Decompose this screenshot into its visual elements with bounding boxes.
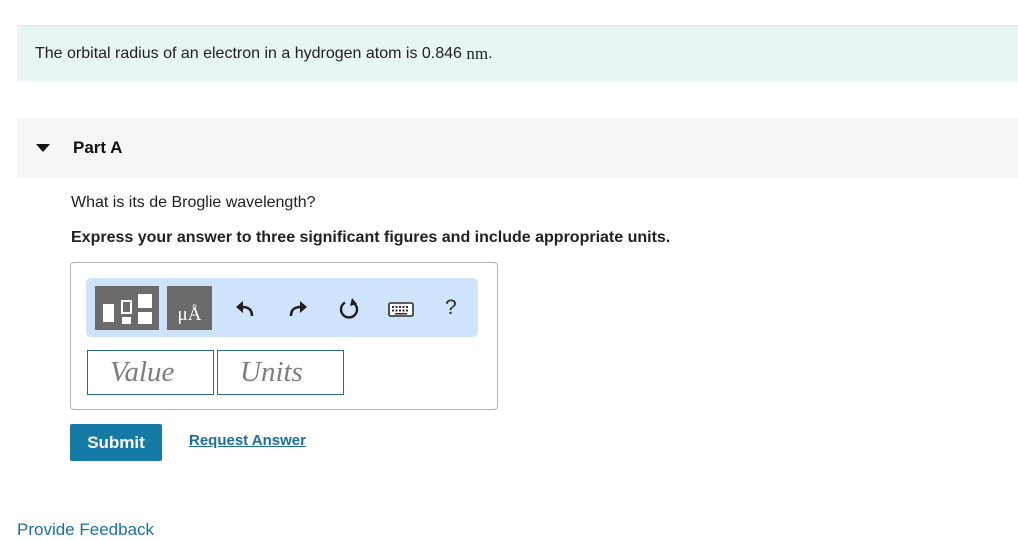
templates-icon[interactable] [95,286,159,330]
undo-icon[interactable] [234,297,258,321]
question-text: What is its de Broglie wavelength? [71,194,316,211]
units-icon-label: μÅ [177,304,202,325]
problem-unit: nm [466,43,489,63]
request-answer-link[interactable]: Request Answer [189,432,306,449]
collapse-caret-icon[interactable] [36,144,50,152]
units-icon[interactable]: μÅ [167,286,212,330]
problem-text: The orbital radius of an electron in a h… [35,44,462,62]
problem-period: . [488,44,493,62]
keyboard-icon[interactable] [388,297,414,321]
redo-icon[interactable] [285,297,309,321]
instruction-text: Express your answer to three significant… [71,229,671,246]
answer-box: μÅ ? Value Units [70,262,498,410]
provide-feedback-link[interactable]: Provide Feedback [17,520,154,540]
value-input[interactable]: Value [87,350,214,395]
problem-statement: The orbital radius of an electron in a h… [17,26,1018,81]
part-a-header[interactable]: Part A [17,118,1018,178]
submit-button[interactable]: Submit [70,424,162,461]
units-input[interactable]: Units [217,350,344,395]
math-toolbar: μÅ ? [86,278,478,337]
help-icon[interactable]: ? [445,296,457,320]
reset-icon[interactable] [337,297,361,321]
part-title: Part A [73,138,123,157]
